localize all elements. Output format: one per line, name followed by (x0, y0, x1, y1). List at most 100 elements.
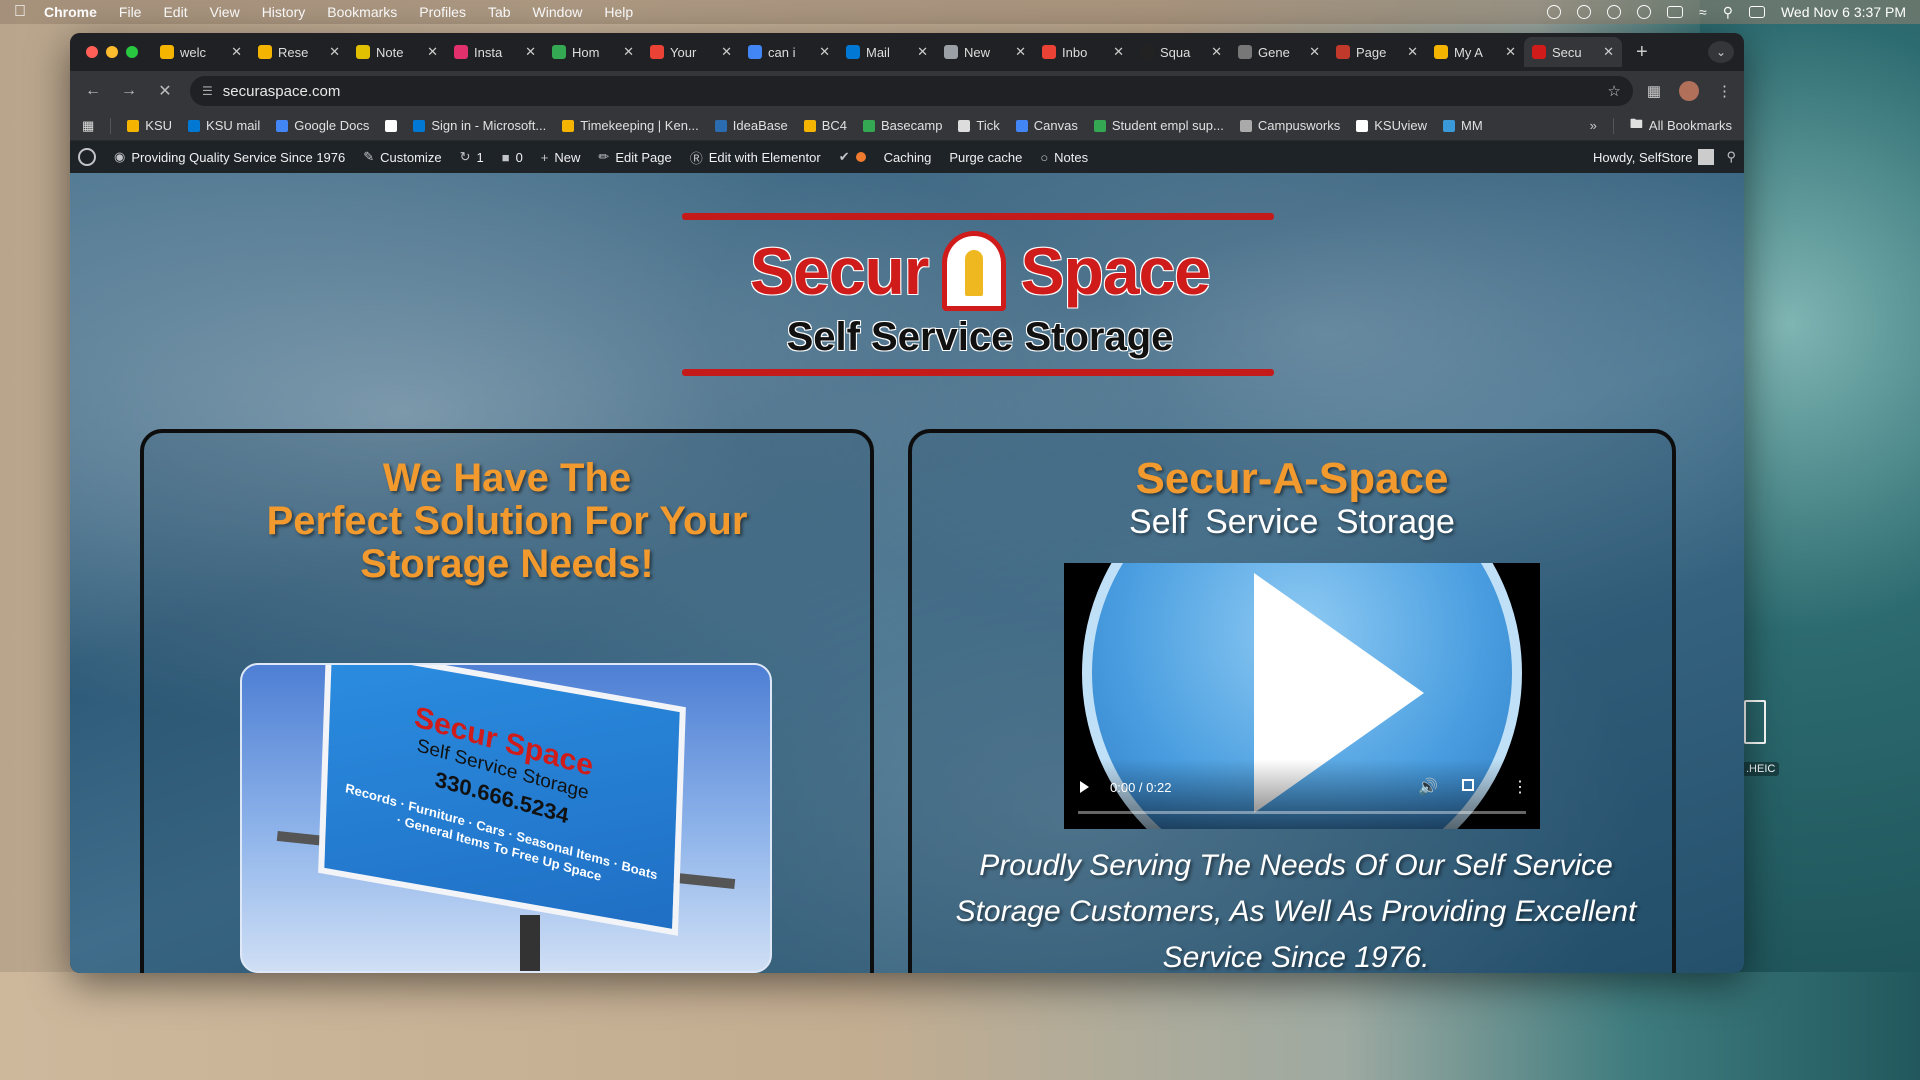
stop-loading-icon[interactable]: ✕ (154, 81, 176, 101)
wp-yoast[interactable]: ✔ (839, 149, 866, 165)
wp-purge-cache[interactable]: Purge cache (949, 150, 1022, 165)
browser-tab[interactable]: New ✕ (936, 37, 1034, 67)
tab-close-icon[interactable]: ✕ (721, 44, 732, 60)
tab-close-icon[interactable]: ✕ (427, 44, 438, 60)
tab-close-icon[interactable]: ✕ (1505, 44, 1516, 60)
tab-close-icon[interactable]: ✕ (1211, 44, 1222, 60)
browser-menu-icon[interactable]: ⋮ (1717, 82, 1732, 100)
forward-icon[interactable]: → (118, 82, 140, 100)
wp-notes[interactable]: ○ Notes (1040, 150, 1088, 165)
address-url[interactable]: securaspace.com (223, 83, 341, 100)
cloud-icon[interactable] (1547, 5, 1562, 19)
extensions-icon[interactable]: ▦ (1647, 82, 1661, 100)
bookmark-item[interactable] (385, 118, 398, 133)
menu-history[interactable]: History (262, 4, 306, 20)
browser-tab[interactable]: Your ✕ (642, 37, 740, 67)
desktop-file-icon[interactable] (1744, 700, 1766, 744)
wp-new[interactable]: + New (541, 150, 581, 165)
tab-close-icon[interactable]: ✕ (917, 44, 928, 60)
tab-close-icon[interactable]: ✕ (1015, 44, 1026, 60)
bookmark-item[interactable]: KSU mail (188, 118, 260, 133)
menu-edit[interactable]: Edit (163, 4, 187, 20)
wordpress-logo-icon[interactable] (78, 148, 96, 166)
browser-tab[interactable]: Hom ✕ (544, 37, 642, 67)
bookmark-item[interactable]: Timekeeping | Ken... (562, 118, 699, 133)
maximize-window-button[interactable] (126, 46, 138, 58)
browser-tab[interactable]: Gene ✕ (1230, 37, 1328, 67)
video-progress-bar[interactable] (1078, 811, 1526, 814)
dropbox-icon[interactable] (1637, 5, 1652, 19)
fullscreen-icon[interactable] (1462, 779, 1474, 791)
tab-close-icon[interactable]: ✕ (525, 44, 536, 60)
browser-tab[interactable]: can i ✕ (740, 37, 838, 67)
menu-app[interactable]: Chrome (44, 4, 97, 20)
menu-file[interactable]: File (119, 4, 142, 20)
bookmark-item[interactable]: Canvas (1015, 118, 1078, 133)
profile-avatar[interactable] (1679, 81, 1699, 101)
bookmark-star-icon[interactable]: ☆ (1607, 82, 1620, 100)
tab-search-icon[interactable]: ⌄ (1708, 41, 1734, 63)
all-bookmarks-button[interactable]: 🖿 All Bookmarks (1630, 115, 1732, 137)
browser-tab[interactable]: Squa ✕ (1132, 37, 1230, 67)
bookmark-item[interactable]: BC4 (803, 118, 847, 133)
close-window-button[interactable] (86, 46, 98, 58)
tab-close-icon[interactable]: ✕ (1407, 44, 1418, 60)
menu-window[interactable]: Window (533, 4, 583, 20)
bookmark-item[interactable]: MM (1442, 118, 1483, 133)
new-tab-button[interactable]: + (1636, 41, 1648, 64)
menu-view[interactable]: View (210, 4, 240, 20)
bookmark-item[interactable]: Google Docs (276, 118, 369, 133)
bookmark-item[interactable]: Tick (958, 118, 1000, 133)
desktop-file-label[interactable]: .HEIC (1742, 762, 1780, 776)
bookmarks-overflow-icon[interactable]: » (1590, 118, 1597, 133)
play-icon[interactable] (1080, 781, 1089, 793)
bookmark-item[interactable]: KSUview (1356, 118, 1427, 133)
browser-tab[interactable]: Rese ✕ (250, 37, 348, 67)
browser-tab[interactable]: welc ✕ (152, 37, 250, 67)
browser-tab[interactable]: Insta ✕ (446, 37, 544, 67)
wp-customize[interactable]: ✎ Customize (363, 149, 441, 165)
creative-cloud-icon[interactable] (1577, 5, 1592, 19)
vpn-icon[interactable] (1607, 5, 1622, 19)
apps-grid-icon[interactable]: ▦ (82, 118, 94, 134)
browser-tab[interactable]: Secu ✕ (1524, 37, 1622, 67)
tab-close-icon[interactable]: ✕ (1603, 44, 1614, 60)
menubar-clock[interactable]: Wed Nov 6 3:37 PM (1781, 4, 1906, 20)
wp-comments[interactable]: ■ 0 (502, 150, 523, 165)
wp-caching[interactable]: Caching (884, 150, 932, 165)
bookmark-item[interactable]: IdeaBase (714, 118, 788, 133)
tab-close-icon[interactable]: ✕ (231, 44, 242, 60)
bookmark-item[interactable]: Sign in - Microsoft... (413, 118, 546, 133)
bookmark-item[interactable]: Basecamp (863, 118, 942, 133)
site-info-icon[interactable]: ☰ (202, 84, 213, 98)
address-bar[interactable]: ☰ securaspace.com ☆ (190, 76, 1633, 106)
menu-profiles[interactable]: Profiles (419, 4, 466, 20)
menu-bookmarks[interactable]: Bookmarks (327, 4, 397, 20)
bookmark-item[interactable]: Campusworks (1239, 118, 1340, 133)
wifi-icon[interactable]: ≈ (1699, 4, 1707, 20)
browser-tab[interactable]: Page ✕ (1328, 37, 1426, 67)
more-options-icon[interactable]: ⋮ (1512, 777, 1528, 797)
menu-help[interactable]: Help (604, 4, 633, 20)
bookmark-item[interactable]: KSU (127, 118, 172, 133)
browser-tab[interactable]: Inbo ✕ (1034, 37, 1132, 67)
bookmark-item[interactable]: Student empl sup... (1093, 118, 1224, 133)
wp-site-name[interactable]: ◉ Providing Quality Service Since 1976 (114, 149, 345, 165)
video-player[interactable]: 0:00 / 0:22 🔊 ⋮ (1064, 563, 1540, 829)
tab-close-icon[interactable]: ✕ (1113, 44, 1124, 60)
tab-close-icon[interactable]: ✕ (819, 44, 830, 60)
spotlight-search-icon[interactable]: ⚲ (1723, 4, 1733, 21)
site-logo[interactable]: Secur Space Self Service Storage (610, 213, 1274, 383)
wp-edit-elementor[interactable]: Ⓡ Edit with Elementor (690, 148, 821, 167)
browser-tab[interactable]: Mail ✕ (838, 37, 936, 67)
browser-tab[interactable]: My A ✕ (1426, 37, 1524, 67)
apple-icon[interactable]:  (14, 3, 26, 21)
battery-icon[interactable] (1667, 6, 1684, 18)
menu-tab[interactable]: Tab (488, 4, 511, 20)
wp-edit-page[interactable]: ✏ Edit Page (598, 149, 671, 165)
tab-close-icon[interactable]: ✕ (329, 44, 340, 60)
control-center-icon[interactable] (1748, 6, 1765, 18)
wp-updates[interactable]: ↻ 1 (460, 149, 484, 165)
minimize-window-button[interactable] (106, 46, 118, 58)
tab-close-icon[interactable]: ✕ (623, 44, 634, 60)
